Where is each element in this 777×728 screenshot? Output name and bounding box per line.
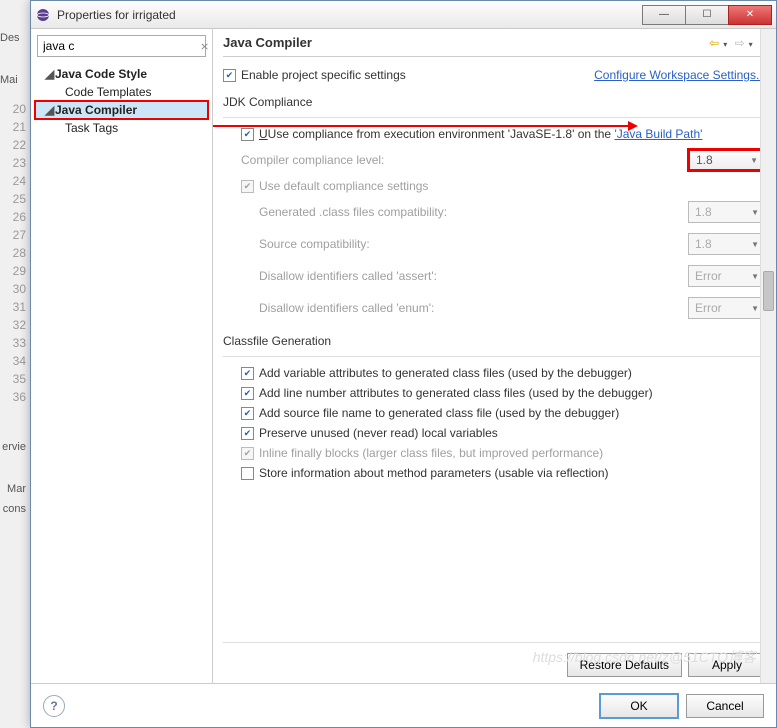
- properties-dialog: Properties for irrigated — ☐ ✕ ⨯ ◢Java C…: [30, 0, 777, 728]
- close-button[interactable]: ✕: [728, 5, 772, 25]
- use-exec-env-label: UUse compliance from execution environme…: [259, 127, 702, 141]
- back-menu-icon[interactable]: ▾: [723, 40, 727, 49]
- eclipse-icon: [35, 7, 51, 23]
- java-build-path-link[interactable]: 'Java Build Path': [614, 127, 702, 141]
- inline-finally-label: Inline finally blocks (larger class file…: [259, 446, 603, 460]
- filter-box[interactable]: ⨯: [37, 35, 206, 57]
- compliance-level-label: Compiler compliance level:: [241, 153, 688, 167]
- use-default-compliance-label: Use default compliance settings: [259, 179, 428, 193]
- generated-class-compat-label: Generated .class files compatibility:: [259, 205, 688, 219]
- classfile-gen-group-label: Classfile Generation: [223, 334, 766, 348]
- source-compat-label: Source compatibility:: [259, 237, 688, 251]
- add-source-name-checkbox[interactable]: [241, 407, 254, 420]
- add-line-attrs-label: Add line number attributes to generated …: [259, 386, 653, 400]
- scrollbar-thumb[interactable]: [763, 271, 774, 311]
- back-icon[interactable]: ⇦: [709, 36, 719, 50]
- dialog-footer: ? OK Cancel: [31, 683, 776, 727]
- compliance-level-select[interactable]: 1.8▼: [688, 149, 766, 171]
- source-compat-select: 1.8▼: [688, 233, 766, 255]
- tree-task-tags[interactable]: Task Tags: [35, 119, 208, 137]
- disallow-enum-select: Error▼: [688, 297, 766, 319]
- forward-icon[interactable]: ⇨: [735, 36, 745, 50]
- disallow-assert-label: Disallow identifiers called 'assert':: [259, 269, 688, 283]
- tree-code-templates[interactable]: Code Templates: [35, 83, 208, 101]
- nav-history[interactable]: ⇦▾ ⇨▾ ▾: [707, 36, 766, 50]
- configure-workspace-link[interactable]: Configure Workspace Settings...: [594, 68, 766, 82]
- expand-arrow-icon[interactable]: ◢: [45, 103, 55, 117]
- dropdown-caret-icon: ▼: [750, 156, 758, 165]
- maximize-button[interactable]: ☐: [685, 5, 729, 25]
- tree-java-code-style[interactable]: ◢Java Code Style: [35, 65, 208, 83]
- preference-tree: ◢Java Code Style Code Templates ◢Java Co…: [31, 63, 212, 139]
- window-title: Properties for irrigated: [57, 8, 643, 22]
- use-default-compliance-checkbox: [241, 180, 254, 193]
- add-line-attrs-checkbox[interactable]: [241, 387, 254, 400]
- right-pane: Java Compiler ⇦▾ ⇨▾ ▾ Enable project spe…: [213, 29, 776, 683]
- preserve-unused-label: Preserve unused (never read) local varia…: [259, 426, 498, 440]
- restore-defaults-button[interactable]: Restore Defaults: [567, 653, 682, 677]
- add-var-attrs-label: Add variable attributes to generated cla…: [259, 366, 632, 380]
- help-button[interactable]: ?: [43, 695, 65, 717]
- preserve-unused-checkbox[interactable]: [241, 427, 254, 440]
- jdk-compliance-group-label: JDK Compliance: [223, 95, 766, 109]
- scrollbar-track[interactable]: [760, 29, 776, 683]
- forward-menu-icon[interactable]: ▾: [749, 40, 753, 49]
- store-param-info-checkbox[interactable]: [241, 467, 254, 480]
- editor-bg-tabs: Des Mai: [0, 30, 30, 88]
- inline-finally-checkbox: [241, 447, 254, 460]
- cancel-button[interactable]: Cancel: [686, 694, 764, 718]
- page-title: Java Compiler: [223, 35, 707, 50]
- apply-button[interactable]: Apply: [688, 653, 766, 677]
- disallow-assert-select: Error▼: [688, 265, 766, 287]
- enable-project-settings-checkbox[interactable]: [223, 69, 236, 82]
- use-exec-env-checkbox[interactable]: [241, 128, 254, 141]
- generated-class-compat-select: 1.8▼: [688, 201, 766, 223]
- disallow-enum-label: Disallow identifiers called 'enum':: [259, 301, 688, 315]
- clear-filter-icon[interactable]: ⨯: [200, 40, 209, 53]
- titlebar[interactable]: Properties for irrigated — ☐ ✕: [31, 1, 776, 29]
- minimize-button[interactable]: —: [642, 5, 686, 25]
- editor-line-numbers: 202122 232425 262728 293031 323334 3536 …: [0, 100, 30, 520]
- filter-input[interactable]: [41, 38, 200, 54]
- enable-project-settings-label: Enable project specific settings: [241, 68, 406, 82]
- expand-arrow-icon[interactable]: ◢: [45, 67, 55, 81]
- left-pane: ⨯ ◢Java Code Style Code Templates ◢Java …: [31, 29, 213, 683]
- ok-button[interactable]: OK: [600, 694, 678, 718]
- add-source-name-label: Add source file name to generated class …: [259, 406, 619, 420]
- tree-java-compiler[interactable]: ◢Java Compiler: [35, 101, 208, 119]
- add-var-attrs-checkbox[interactable]: [241, 367, 254, 380]
- store-param-info-label: Store information about method parameter…: [259, 466, 609, 480]
